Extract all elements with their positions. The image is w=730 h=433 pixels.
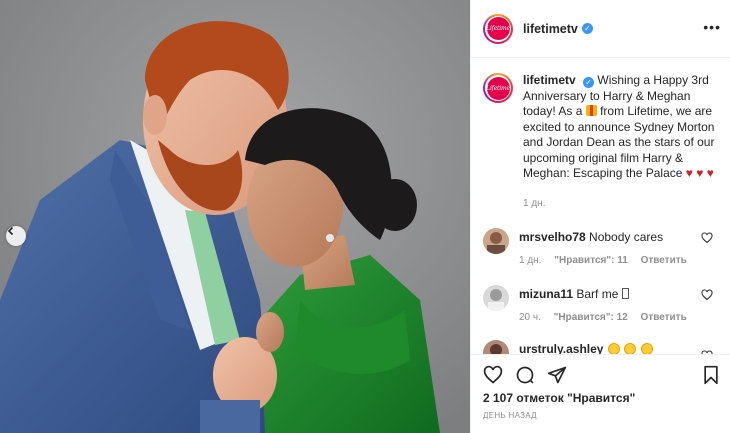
- post-side-panel: Lifetime lifetimetv ✓ ••• Lifetime lifet…: [470, 0, 730, 433]
- post-image: [0, 0, 470, 433]
- account-avatar[interactable]: Lifetime: [483, 13, 513, 44]
- post-actions: 2 107 отметок "Нравится" День назад: [471, 354, 730, 433]
- comment-time[interactable]: 20 ч.: [519, 312, 541, 323]
- like-comment-heart-icon[interactable]: [701, 232, 713, 244]
- likes-count-number: 2 107 отметок: [483, 391, 564, 405]
- post-header: Lifetime lifetimetv ✓ •••: [471, 0, 730, 58]
- more-options-icon[interactable]: •••: [703, 20, 721, 34]
- chevron-left-icon: [7, 226, 14, 236]
- post-date[interactable]: День назад: [483, 411, 537, 420]
- likes-count-word: "Нравится": [567, 391, 636, 405]
- comment-item: mrsvelho78 Nobody cares 1 дн. "Нравится"…: [483, 228, 723, 266]
- comment-item: mizuna11 Barf me 20 ч. "Нравится": 12 От…: [483, 285, 723, 323]
- verified-badge-icon: ✓: [581, 23, 593, 34]
- like-comment-heart-icon[interactable]: [701, 289, 713, 301]
- comment-likes[interactable]: "Нравится": 11: [554, 255, 628, 266]
- carousel-prev-button[interactable]: [6, 226, 26, 246]
- save-bookmark-icon[interactable]: [701, 365, 721, 385]
- account-username[interactable]: lifetimetv: [523, 22, 578, 36]
- likes-count[interactable]: 2 107 отметок "Нравится": [483, 391, 635, 405]
- red-heart-emoji-icon: ♥: [685, 166, 693, 180]
- red-heart-emoji-icon: ♥: [696, 166, 704, 180]
- reply-button[interactable]: Ответить: [641, 312, 687, 323]
- comment-time[interactable]: 1 дн.: [519, 255, 541, 266]
- like-heart-icon[interactable]: [483, 365, 503, 385]
- caption-username[interactable]: lifetimetv: [523, 73, 576, 87]
- comment-text: Nobody cares: [589, 230, 664, 244]
- caption-timestamp[interactable]: 1 дн.: [523, 196, 719, 212]
- comment-username[interactable]: mizuna11: [519, 287, 573, 301]
- red-heart-emoji-icon: ♥: [706, 166, 714, 180]
- post-caption: Lifetime lifetimetv ✓ Wishing a Happy 3r…: [483, 73, 723, 211]
- caption-body: lifetimetv ✓ Wishing a Happy 3rd Anniver…: [523, 73, 719, 211]
- comment-bubble-icon[interactable]: [515, 365, 535, 385]
- reply-button[interactable]: Ответить: [641, 255, 687, 266]
- comment-likes[interactable]: "Нравится": 12: [554, 312, 628, 323]
- comment-username[interactable]: mrsvelho78: [519, 230, 586, 244]
- gift-emoji-icon: [585, 105, 597, 116]
- instagram-post: Lifetime lifetimetv ✓ ••• Lifetime lifet…: [0, 0, 730, 433]
- avatar-logo-text: Lifetime: [486, 76, 510, 100]
- avatar-logo-text: Lifetime: [486, 17, 510, 40]
- unsupported-emoji-icon: [621, 288, 629, 299]
- comment-text: Barf me: [576, 287, 619, 301]
- commenter-avatar[interactable]: [483, 228, 509, 254]
- verified-badge-icon: ✓: [583, 77, 595, 89]
- share-paper-plane-icon[interactable]: [547, 365, 567, 385]
- post-photo[interactable]: [0, 0, 470, 433]
- caption-avatar[interactable]: Lifetime: [483, 73, 513, 103]
- commenter-avatar[interactable]: [483, 285, 509, 311]
